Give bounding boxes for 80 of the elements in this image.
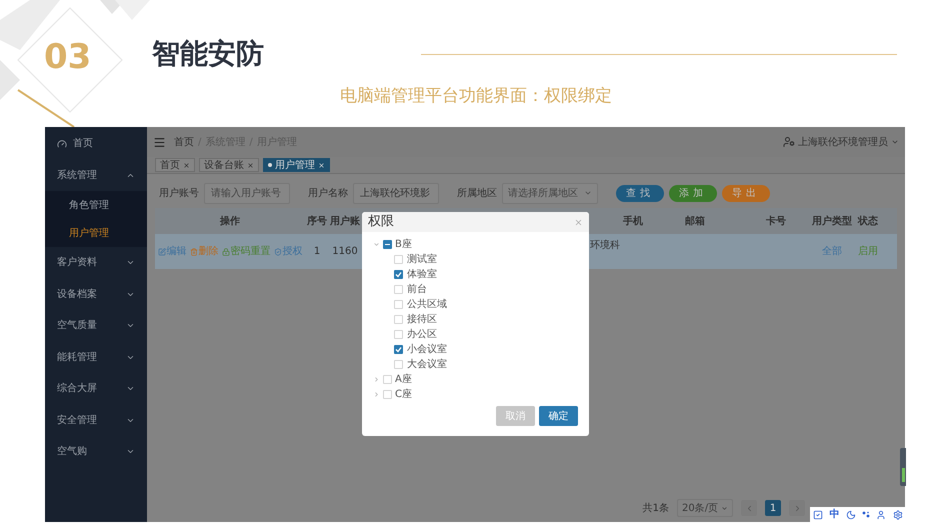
tab[interactable]: 设备台账 [199,158,259,172]
tab[interactable]: 用户管理 [263,158,330,172]
column-header: 操作 [218,214,241,228]
column-header: 状态 [856,214,879,228]
sidebar-item[interactable]: 能耗管理 [45,342,147,373]
tab[interactable]: 首页 [155,158,195,172]
collapsed-caret-icon[interactable] [372,376,380,383]
sidebar-subitem[interactable]: 用户管理 [45,219,147,247]
tree-node-label[interactable]: 前台 [407,282,427,297]
settings-icon[interactable] [892,510,903,520]
page-button[interactable]: 1 [765,500,781,516]
close-icon[interactable] [183,162,190,168]
column-header: 手机 [622,214,644,228]
table-cell-text: 1 [312,245,322,259]
tree-node-label[interactable]: 测试室 [407,252,437,267]
caret-icon [891,138,899,146]
side-handle[interactable] [900,448,906,486]
table-cell-text: 启用 [857,244,879,259]
dialog-button[interactable]: 确定 [539,406,578,426]
action-button[interactable]: 查找 [616,184,664,202]
sidebar-item[interactable]: 客户资料 [45,247,147,278]
tree-node-label[interactable]: 小会议室 [407,342,447,357]
sidebar-item[interactable]: 安全管理 [45,404,147,436]
breadcrumb-separator: / [198,136,202,150]
column-header: 邮箱 [684,214,706,228]
user-icon[interactable] [876,510,886,520]
tree-node-label[interactable]: 接待区 [407,312,437,327]
delete-icon[interactable] [190,248,198,256]
sidebar-item[interactable]: 空气购 [45,436,147,468]
checkbox-icon[interactable] [813,510,824,520]
user-icon [783,136,795,148]
sidebar-item[interactable]: 系统管理 [45,160,147,191]
sidebar-item[interactable]: 综合大屏 [45,373,147,404]
dialog-title: 权限 [368,213,394,232]
column-header: 卡号 [765,214,787,228]
sidebar-item[interactable]: 首页 [45,128,147,160]
close-icon[interactable] [247,162,254,168]
sidebar-item[interactable]: 空气质量 [45,310,147,342]
previous-page-button[interactable] [741,500,757,516]
checkbox[interactable] [383,240,392,249]
column-header: 用户账 [329,214,361,228]
sidebar-item[interactable]: 设备档案 [45,278,147,310]
filter-label: 所属地区 [457,186,497,200]
next-page-button[interactable] [789,500,805,516]
table-cell-text: 全部 [821,244,843,259]
tree-node-label[interactable]: A座 [395,372,412,387]
tree-node-label[interactable]: 办公区 [407,327,437,342]
expanded-caret-icon[interactable] [372,241,380,248]
slide-title: 智能安防 [152,40,264,68]
collapsed-caret-icon[interactable] [372,391,380,398]
edit-icon[interactable] [158,248,166,256]
table-cell-text: 1160 [331,245,359,259]
column-header: 用户类型 [811,214,853,228]
user-menu[interactable]: 上海联伦环境管理员 [783,134,899,150]
filter-label: 用户名称 [308,186,348,200]
moon-icon[interactable] [846,510,856,520]
column-header: 序号 [306,214,328,228]
breadcrumb-link[interactable]: 首页 [174,134,194,150]
caret-icon [584,189,592,197]
input-field[interactable]: 上海联伦环境影 [353,182,439,204]
slide-subtitle: 电脑端管理平台功能界面：权限绑定 [340,88,613,105]
dashboard-icon [57,138,67,149]
tree-node-label[interactable]: 大会议室 [407,357,447,372]
breadcrumb-separator: / [249,136,253,150]
tree-node-label[interactable]: 公共区域 [407,297,447,312]
section-number: 03 [44,40,92,74]
tree-node-label[interactable]: C座 [395,387,412,402]
tree-node-label[interactable]: 体验室 [407,267,437,282]
table-cell-text: 环境科 [590,238,620,253]
caret-icon [721,504,728,512]
ime-mode-toggle[interactable]: 中 [829,510,840,520]
dots-icon[interactable] [862,511,870,519]
menu-icon[interactable] [153,136,166,148]
sidebar-subitem[interactable]: 角色管理 [45,191,147,219]
checkbox[interactable] [394,270,403,279]
input-field[interactable]: 请输入用户账号 [204,182,290,204]
total-count: 共1条 [642,502,669,516]
filter-label: 用户账号 [159,186,199,200]
tree-node-label[interactable]: B座 [395,237,412,252]
checkbox[interactable] [394,345,403,354]
